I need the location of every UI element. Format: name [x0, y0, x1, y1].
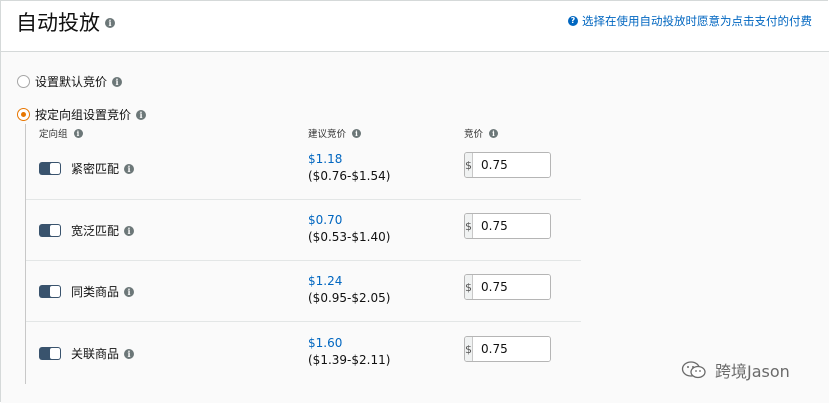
suggested-bid-link[interactable]: $0.70 [308, 213, 342, 227]
bid-input[interactable] [473, 337, 550, 361]
info-icon[interactable]: i [124, 286, 135, 297]
table-row: 同类商品 i $1.24 ($0.95-$2.05) $ [26, 260, 581, 322]
bid-field[interactable]: $ [464, 336, 551, 362]
info-icon[interactable]: i [352, 128, 362, 138]
currency-prefix: $ [465, 214, 473, 238]
toggle-switch[interactable] [39, 224, 61, 237]
radio-label: 设置默认竞价 [35, 75, 108, 89]
suggested-bid-range: ($0.95-$2.05) [308, 291, 391, 305]
currency-prefix: $ [465, 153, 473, 177]
info-icon[interactable]: i [112, 76, 123, 87]
toggle-switch[interactable] [39, 162, 61, 175]
help-link[interactable]: ? 选择在使用自动投放时愿意为点击支付的付费 [568, 13, 812, 29]
suggested-bid-range: ($0.53-$1.40) [308, 230, 391, 244]
currency-prefix: $ [465, 275, 473, 299]
chat-bubble-icon [681, 361, 706, 379]
radio-button[interactable] [17, 75, 30, 88]
currency-prefix: $ [465, 337, 473, 361]
group-name: 宽泛匹配 [71, 224, 120, 238]
help-link-text: 选择在使用自动投放时愿意为点击支付的付费 [582, 14, 812, 28]
radio-button-selected[interactable] [17, 108, 30, 121]
bid-field[interactable]: $ [464, 274, 551, 300]
suggested-bid-range: ($1.39-$2.11) [308, 353, 391, 367]
bid-field[interactable]: $ [464, 152, 551, 178]
info-icon[interactable]: i [489, 128, 499, 138]
question-icon: ? [568, 16, 578, 26]
suggested-bid-link[interactable]: $1.24 [308, 274, 342, 288]
bid-input[interactable] [473, 214, 550, 238]
info-icon[interactable]: i [124, 163, 135, 174]
info-icon[interactable]: i [73, 128, 83, 138]
info-icon[interactable]: i [124, 225, 135, 236]
bid-input[interactable] [473, 275, 550, 299]
group-name: 关联商品 [71, 347, 120, 361]
group-name: 同类商品 [71, 285, 120, 299]
toggle-switch[interactable] [39, 285, 61, 298]
watermark-text: 跨境Jason [715, 362, 790, 381]
radio-label: 按定向组设置竞价 [35, 108, 132, 122]
automatic-targeting-panel: 自动投放 i ? 选择在使用自动投放时愿意为点击支付的付费 设置默认竞价 i 按… [0, 0, 829, 403]
suggested-bid-link[interactable]: $1.18 [308, 152, 342, 166]
toggle-switch[interactable] [39, 347, 61, 360]
targeting-group-label: 紧密匹配 i [71, 160, 135, 177]
table-row: 关联商品 i $1.60 ($1.39-$2.11) $ [26, 321, 581, 382]
info-icon[interactable]: i [124, 348, 135, 359]
targeting-group-label: 宽泛匹配 i [71, 222, 135, 239]
suggested-bid-link[interactable]: $1.60 [308, 336, 342, 350]
info-icon[interactable]: i [136, 109, 147, 120]
table-row: 紧密匹配 i $1.18 ($0.76-$1.54) $ [26, 138, 581, 200]
table-row: 宽泛匹配 i $0.70 ($0.53-$1.40) $ [26, 199, 581, 261]
group-name: 紧密匹配 [71, 162, 120, 176]
watermark: 跨境Jason [681, 358, 790, 382]
radio-default-bid[interactable]: 设置默认竞价 i [17, 73, 123, 90]
radio-bid-by-group[interactable]: 按定向组设置竞价 i [17, 106, 147, 123]
info-icon[interactable]: i [105, 18, 115, 28]
bid-field[interactable]: $ [464, 213, 551, 239]
bid-input[interactable] [473, 153, 550, 177]
panel-header: 自动投放 i ? 选择在使用自动投放时愿意为点击支付的付费 [1, 1, 829, 52]
page-title: 自动投放 [16, 11, 100, 35]
targeting-group-label: 同类商品 i [71, 283, 135, 300]
suggested-bid-range: ($0.76-$1.54) [308, 169, 391, 183]
targeting-group-label: 关联商品 i [71, 345, 135, 362]
